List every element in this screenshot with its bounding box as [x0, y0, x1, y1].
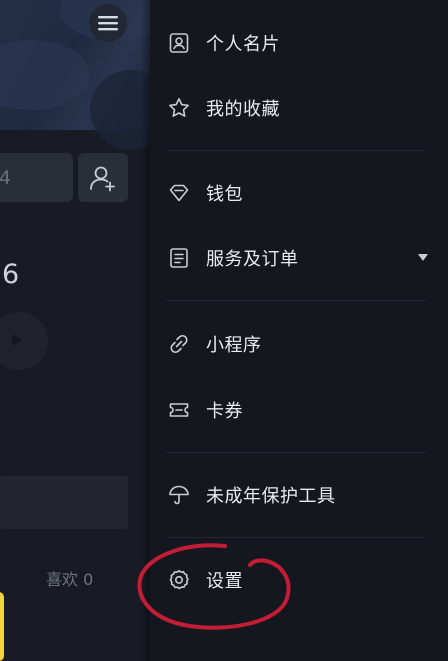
profile-banner [0, 0, 150, 150]
stat-number: 6 [2, 259, 20, 290]
mini-program-link-icon [164, 329, 194, 359]
star-icon [164, 93, 194, 123]
menu-item-services-orders[interactable]: 服务及订单 [166, 236, 448, 280]
menu-item-label: 卡券 [206, 401, 243, 422]
menu-item-minor-protection[interactable]: 未成年保护工具 [166, 473, 448, 517]
umbrella-icon [164, 480, 194, 510]
content-bar [0, 476, 128, 529]
side-drawer: 个人名片 我的收藏 钱包 服务及订单 小程序 卡券 未成年保护工具 设置 [150, 0, 448, 661]
background-profile-page: 4 6 喜欢 0 [0, 0, 150, 661]
yellow-card-edge [0, 592, 4, 661]
tab-likes[interactable]: 喜欢 0 [46, 566, 93, 590]
diamond-wallet-icon [164, 178, 194, 208]
ticket-icon [164, 395, 194, 425]
chevron-down-icon[interactable] [418, 254, 428, 261]
stat-box[interactable]: 4 [0, 153, 73, 202]
document-list-icon [164, 243, 194, 273]
menu-item-label: 未成年保护工具 [206, 486, 336, 507]
stat-box-value: 4 [0, 167, 11, 189]
menu-item-favorites[interactable]: 我的收藏 [166, 86, 448, 130]
menu-button[interactable] [89, 4, 127, 42]
divider [166, 150, 426, 151]
menu-item-settings[interactable]: 设置 [166, 558, 448, 602]
menu-item-label: 个人名片 [206, 34, 280, 55]
menu-item-business-card[interactable]: 个人名片 [166, 21, 448, 65]
hamburger-icon [98, 16, 118, 31]
divider [166, 537, 426, 538]
menu-item-wallet[interactable]: 钱包 [166, 171, 448, 215]
drawer-shadow [140, 0, 150, 661]
menu-item-mini-programs[interactable]: 小程序 [166, 322, 448, 366]
menu-item-label: 设置 [206, 571, 243, 592]
gear-icon [164, 565, 194, 595]
menu-item-label: 小程序 [206, 335, 262, 356]
menu-item-label: 钱包 [206, 184, 243, 205]
id-card-icon [164, 28, 194, 58]
menu-item-coupons[interactable]: 卡券 [166, 388, 448, 432]
screen: 4 6 喜欢 0 个人名片 我的收藏 钱包 服务及订单 小程序 卡券 未成年保护… [0, 0, 448, 661]
menu-item-label: 服务及订单 [206, 249, 299, 270]
divider [166, 452, 426, 453]
add-user-icon [90, 166, 115, 191]
menu-item-label: 我的收藏 [206, 99, 280, 120]
divider [166, 300, 426, 301]
add-friend-button[interactable] [78, 153, 128, 202]
play-button[interactable] [0, 312, 48, 370]
